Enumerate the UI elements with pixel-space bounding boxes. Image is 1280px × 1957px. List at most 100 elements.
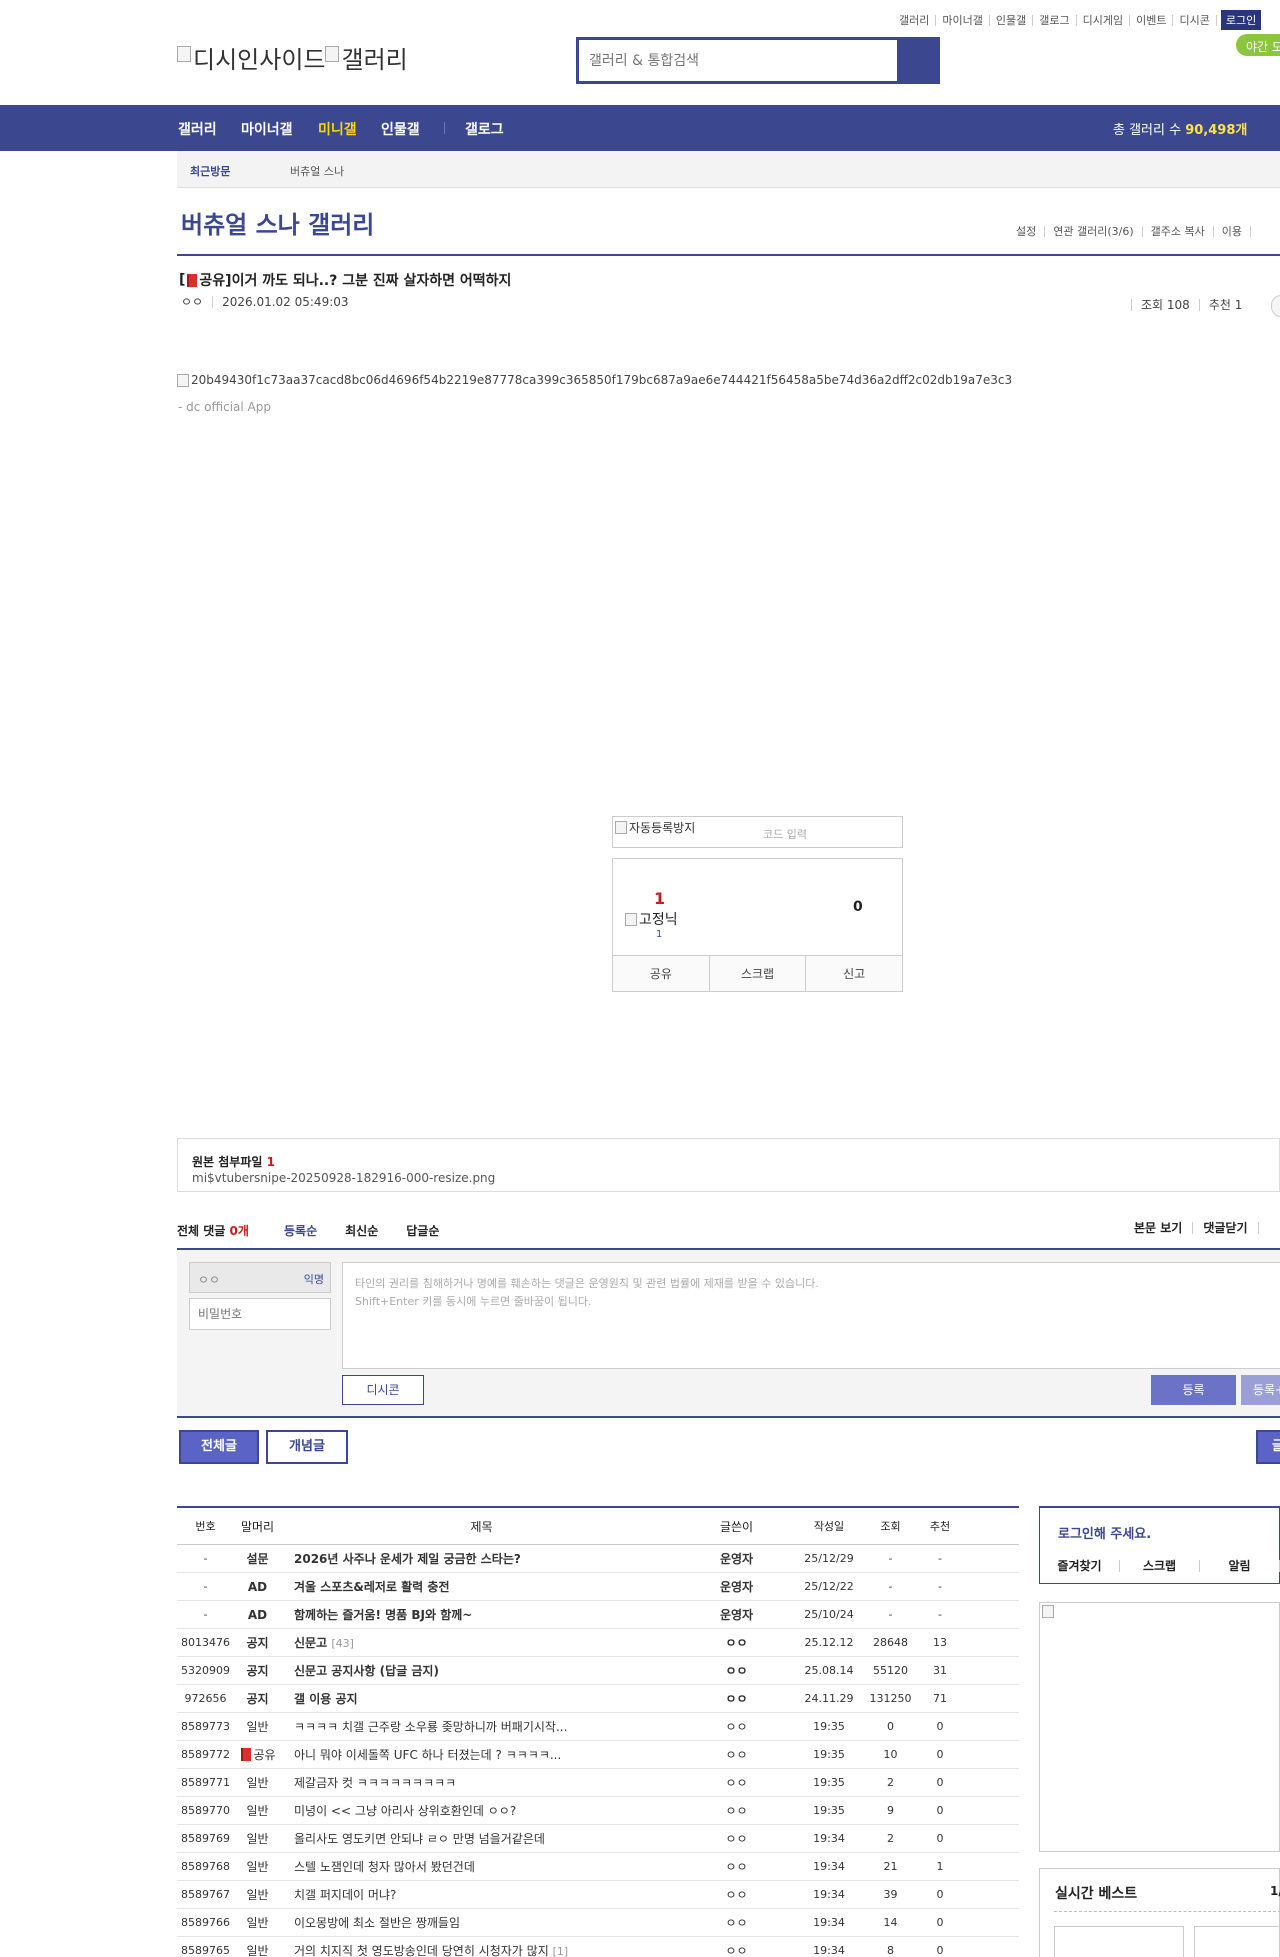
top-link-dccon[interactable]: 디시콘 <box>1173 14 1217 26</box>
nav-gallog[interactable]: 갤로그 <box>465 119 504 139</box>
row-writer[interactable]: ㅇㅇ <box>682 1858 791 1875</box>
row-title-text[interactable]: 겨울 스포츠&레저로 활력 충전 <box>294 1580 449 1594</box>
row-writer[interactable]: ㅇㅇ <box>682 1690 791 1707</box>
top-link-gallery[interactable]: 갤러리 <box>893 14 937 26</box>
row-title[interactable]: 미녕이 << 그냥 아리사 상위호환인데 ㅇㅇ? <box>281 1802 682 1819</box>
favorites-link[interactable]: 즐겨찾기 <box>1040 1560 1120 1572</box>
comment-submit-button[interactable]: 등록 <box>1151 1375 1236 1405</box>
row-title-text[interactable]: 미녕이 << 그냥 아리사 상위호환인데 ㅇㅇ? <box>294 1804 516 1818</box>
row-title-text[interactable]: 아니 뭐야 이세돌쪽 UFC 하나 터졌는데 ? ㅋㅋㅋㅋ... <box>294 1748 561 1762</box>
sort-replies[interactable]: 답글순 <box>406 1222 439 1239</box>
row-title[interactable]: 스텔 노잼인데 청자 많아서 봤던건데 <box>281 1858 682 1875</box>
table-row[interactable]: - AD 겨울 스포츠&레저로 활력 충전 운영자 25/12/22 - - <box>177 1573 1019 1601</box>
usage-link[interactable]: 이용 <box>1214 226 1251 237</box>
row-title-text[interactable]: 이오몽방에 최소 절반은 짱깨들임 <box>294 1916 460 1930</box>
row-title-text[interactable]: 올리사도 영도키면 안되냐 ㄹㅇ 만명 넘을거같은데 <box>294 1832 545 1846</box>
attachment-file-link[interactable]: mi$vtubersnipe-20250928-182916-000-resiz… <box>192 1171 495 1185</box>
scrap-button[interactable]: 스크랩 <box>710 956 807 991</box>
write-button[interactable]: 글쓰기 <box>1256 1430 1280 1514</box>
row-title-text[interactable]: 거의 치지직 첫 영도방송인데 당연히 시청자가 많지 <box>294 1944 549 1957</box>
top-link-person[interactable]: 인물갤 <box>990 14 1034 26</box>
dccon-button[interactable]: 디시콘 <box>342 1375 424 1405</box>
row-writer[interactable]: ㅇㅇ <box>682 1802 791 1819</box>
top-link-game[interactable]: 디시게임 <box>1077 14 1131 26</box>
login-button[interactable]: 로그인 <box>1220 10 1262 30</box>
share-button[interactable]: 공유 <box>613 956 710 991</box>
post-author[interactable]: ㅇㅇ <box>181 296 214 308</box>
row-writer[interactable]: ㅇㅇ <box>682 1942 791 1957</box>
row-writer[interactable]: 운영자 <box>682 1550 791 1567</box>
row-title[interactable]: 이오몽방에 최소 절반은 짱깨들임 <box>281 1914 682 1931</box>
table-row[interactable]: 8589772 공유 아니 뭐야 이세돌쪽 UFC 하나 터졌는데 ? ㅋㅋㅋㅋ..… <box>177 1741 1019 1769</box>
row-writer[interactable]: ㅇㅇ <box>682 1662 791 1679</box>
row-title[interactable]: ㅋㅋㅋㅋ 치갤 근주랑 소우룡 좆망하니까 버패기시작... <box>281 1718 682 1735</box>
top-link-minor[interactable]: 마이너갤 <box>936 14 990 26</box>
row-title[interactable]: 겨울 스포츠&레저로 활력 충전 <box>281 1578 682 1595</box>
row-title[interactable]: 신문고 공지사항 (답글 금지) <box>281 1662 682 1679</box>
night-mode-button[interactable]: 야간 모드 <box>1236 34 1280 56</box>
table-row[interactable]: 8589773 일반 ㅋㅋㅋㅋ 치갤 근주랑 소우룡 좆망하니까 버패기시작... … <box>177 1713 1019 1741</box>
row-title-text[interactable]: 함께하는 즐거움! 명품 BJ와 함께~ <box>294 1608 472 1622</box>
scrap-link[interactable]: 스크랩 <box>1120 1560 1200 1572</box>
row-title[interactable]: 2026년 사주나 운세가 제일 궁금한 스타는? <box>281 1550 682 1567</box>
gallery-title[interactable]: 버츄얼 스나 갤러리 <box>181 205 374 240</box>
table-row[interactable]: 8589771 일반 제갈금자 컷 ㅋㅋㅋㅋㅋㅋㅋㅋㅋ ㅇㅇ 19:35 2 0 <box>177 1769 1019 1797</box>
row-title-text[interactable]: 신문고 <box>294 1636 327 1650</box>
comment-submit-plus-button[interactable]: 등록+ <box>1241 1375 1280 1405</box>
nav-minor[interactable]: 마이너갤 <box>241 119 293 139</box>
row-title[interactable]: 아니 뭐야 이세돌쪽 UFC 하나 터졌는데 ? ㅋㅋㅋㅋ... <box>281 1746 682 1763</box>
row-title[interactable]: 신문고 [43] <box>281 1634 682 1651</box>
table-row[interactable]: - 설문 2026년 사주나 운세가 제일 궁금한 스타는? 운영자 25/12/29… <box>177 1545 1019 1573</box>
row-title-text[interactable]: 신문고 공지사항 (답글 금지) <box>294 1664 439 1678</box>
recommend-down-count[interactable]: 0 <box>853 899 863 915</box>
table-row[interactable]: 8013476 공지 신문고 [43] ㅇㅇ 25.12.12 28648 13 <box>177 1629 1019 1657</box>
report-button[interactable]: 신고 <box>806 956 902 991</box>
row-title[interactable]: 치갤 퍼지데이 머냐? <box>281 1886 682 1903</box>
nav-mini[interactable]: 미니갤 <box>318 119 357 139</box>
row-title-text[interactable]: 치갤 퍼지데이 머냐? <box>294 1888 396 1902</box>
top-link-gallog[interactable]: 갤로그 <box>1033 14 1077 26</box>
row-title-text[interactable]: 갤 이용 공지 <box>294 1692 358 1706</box>
row-title[interactable]: 갤 이용 공지 <box>281 1690 682 1707</box>
table-row[interactable]: 8589769 일반 올리사도 영도키면 안되냐 ㄹㅇ 만명 넘을거같은데 ㅇㅇ 19… <box>177 1825 1019 1853</box>
gallery-settings-link[interactable]: 설정 <box>1008 226 1046 237</box>
row-writer[interactable]: ㅇㅇ <box>682 1914 791 1931</box>
table-row[interactable]: 8589767 일반 치갤 퍼지데이 머냐? ㅇㅇ 19:34 39 0 <box>177 1881 1019 1909</box>
row-title-text[interactable]: 스텔 노잼인데 청자 많아서 봤던건데 <box>294 1860 475 1874</box>
sort-registered[interactable]: 등록순 <box>284 1222 317 1239</box>
row-writer[interactable]: ㅇㅇ <box>682 1830 791 1847</box>
login-message[interactable]: 로그인해 주세요. <box>1058 1523 1151 1542</box>
recent-visit-item[interactable]: 버츄얼 스나 <box>290 163 344 179</box>
row-title-text[interactable]: ㅋㅋㅋㅋ 치갤 근주랑 소우룡 좆망하니까 버패기시작... <box>294 1720 567 1734</box>
best-thumbnail[interactable] <box>1194 1926 1280 1957</box>
row-writer[interactable]: ㅇㅇ <box>682 1718 791 1735</box>
comment-count-circle[interactable] <box>1271 295 1280 317</box>
view-body-link[interactable]: 본문 보기 <box>1124 1222 1194 1234</box>
best-thumbnail[interactable] <box>1054 1926 1184 1957</box>
table-row[interactable]: 8589766 일반 이오몽방에 최소 절반은 짱깨들임 ㅇㅇ 19:34 14 0 <box>177 1909 1019 1937</box>
top-link-event[interactable]: 이벤트 <box>1130 14 1174 26</box>
table-row[interactable]: - AD 함께하는 즐거움! 명품 BJ와 함께~ 운영자 25/10/24 - - <box>177 1601 1019 1629</box>
sidebar-ad[interactable] <box>1039 1602 1280 1852</box>
recommend-up-button[interactable]: 고정닉 <box>625 909 678 929</box>
post-image[interactable]: 20b49430f1c73aa37cacd8bc06d4696f54b2219e… <box>177 373 1012 387</box>
row-reply-count[interactable]: [1] <box>553 1945 569 1957</box>
row-writer[interactable]: ㅇㅇ <box>682 1774 791 1791</box>
table-row[interactable]: 8589768 일반 스텔 노잼인데 청자 많아서 봤던건데 ㅇㅇ 19:34 21 1 <box>177 1853 1019 1881</box>
row-title[interactable]: 거의 치지직 첫 영도방송인데 당연히 시청자가 많지 [1] <box>281 1942 682 1957</box>
row-writer[interactable]: 운영자 <box>682 1578 791 1595</box>
search-button[interactable] <box>897 40 937 81</box>
nav-gallery[interactable]: 갤러리 <box>178 119 217 139</box>
row-reply-count[interactable]: [43] <box>331 1637 354 1650</box>
captcha-input[interactable]: 코드 입력 <box>763 826 807 842</box>
row-title[interactable]: 제갈금자 컷 ㅋㅋㅋㅋㅋㅋㅋㅋㅋ <box>281 1774 682 1791</box>
row-title[interactable]: 함께하는 즐거움! 명품 BJ와 함께~ <box>281 1606 682 1623</box>
comment-textarea[interactable]: 타인의 권리를 침해하거나 명예를 훼손하는 댓글은 운영원칙 및 관련 법률에… <box>342 1262 1280 1369</box>
search-input[interactable] <box>579 40 897 81</box>
row-title[interactable]: 올리사도 영도키면 안되냐 ㄹㅇ 만명 넘을거같은데 <box>281 1830 682 1847</box>
table-row[interactable]: 8589765 일반 거의 치지직 첫 영도방송인데 당연히 시청자가 많지 [1]… <box>177 1937 1019 1957</box>
close-comments-link[interactable]: 댓글닫기 <box>1193 1222 1259 1234</box>
notifications-link[interactable]: 알림 <box>1200 1560 1280 1572</box>
row-writer[interactable]: ㅇㅇ <box>682 1634 791 1651</box>
table-row[interactable]: 8589770 일반 미녕이 << 그냥 아리사 상위호환인데 ㅇㅇ? ㅇㅇ 19:3… <box>177 1797 1019 1825</box>
